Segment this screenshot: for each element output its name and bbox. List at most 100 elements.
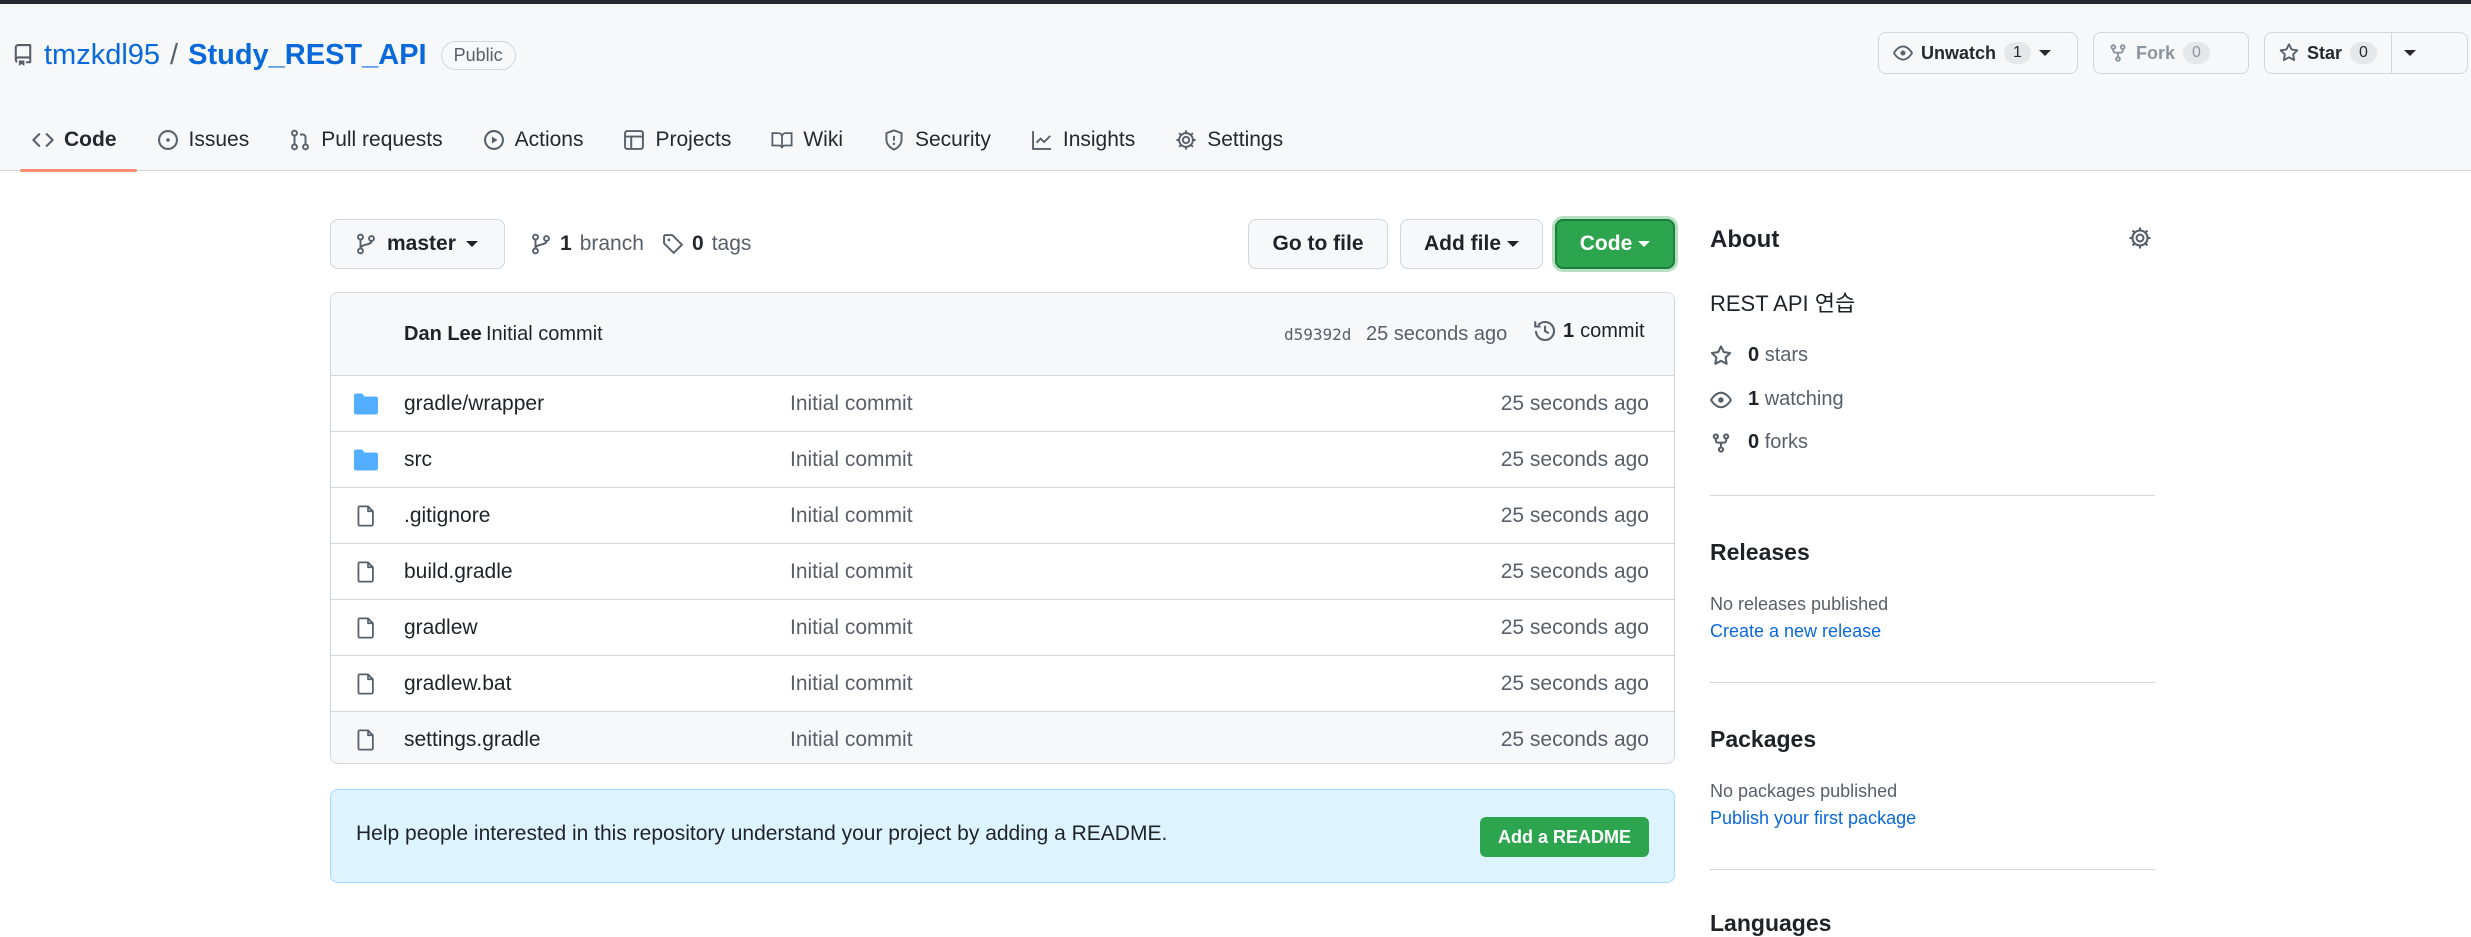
file-name-link[interactable]: build.gradle xyxy=(404,560,513,584)
file-age: 25 seconds ago xyxy=(1500,392,1649,415)
watching-label: watching xyxy=(1764,388,1844,410)
commit-author-link[interactable]: Dan Lee xyxy=(404,323,482,346)
fork-label: Fork xyxy=(2136,42,2176,63)
tab-label: Settings xyxy=(1207,128,1284,151)
commit-history-link[interactable]: 1 commit xyxy=(1533,319,1645,343)
repo-name-link[interactable]: Study_REST_API xyxy=(188,39,427,72)
branch-icon xyxy=(357,233,375,255)
forks-count: 0 xyxy=(1748,431,1760,453)
tab-insights[interactable]: Insights xyxy=(1011,108,1155,172)
add-file-button[interactable]: Add file xyxy=(1400,219,1543,269)
fork-button[interactable]: Fork 0 xyxy=(2093,32,2249,74)
file-name-link[interactable]: gradle/wrapper xyxy=(404,392,544,416)
file-commit-link[interactable]: Initial commit xyxy=(790,392,913,416)
packages-note: No packages published xyxy=(1710,781,1898,801)
file-commit-link[interactable]: Initial commit xyxy=(790,728,913,752)
tags-link[interactable]: 0 tags xyxy=(662,219,751,269)
branch-count-label: branch xyxy=(579,232,644,255)
branch-count: 1 xyxy=(560,232,572,255)
chevron-down-icon xyxy=(1638,241,1651,247)
star-icon xyxy=(1710,344,1732,365)
star-icon xyxy=(2279,43,2299,62)
file-commit-link[interactable]: Initial commit xyxy=(790,616,913,640)
folder-icon xyxy=(354,393,378,415)
file-age: 25 seconds ago xyxy=(1500,504,1649,527)
star-counter: 0 xyxy=(2350,42,2377,64)
star-button[interactable]: Star 0 xyxy=(2264,32,2468,74)
gear-icon[interactable] xyxy=(2128,226,2152,250)
tab-wiki[interactable]: Wiki xyxy=(751,108,863,172)
create-release-link[interactable]: Create a new release xyxy=(1710,621,1881,642)
file-commit-link[interactable]: Initial commit xyxy=(790,672,913,696)
add-readme-button[interactable]: Add a README xyxy=(1479,817,1649,857)
code-button[interactable]: Code xyxy=(1555,219,1675,269)
releases-title[interactable]: Releases xyxy=(1710,539,1810,566)
tab-projects[interactable]: Projects xyxy=(603,108,751,172)
file-name-link[interactable]: src xyxy=(404,448,432,472)
file-name-link[interactable]: gradlew xyxy=(404,616,478,640)
file-name-link[interactable]: settings.gradle xyxy=(404,728,541,752)
watching-count: 1 xyxy=(1748,388,1760,410)
file-icon xyxy=(357,505,374,527)
star-list-dropdown[interactable] xyxy=(2390,33,2428,73)
file-row[interactable]: src Initial commit 25 seconds ago xyxy=(331,431,1674,487)
packages-title[interactable]: Packages xyxy=(1710,726,1816,753)
stars-link[interactable]: 0 stars xyxy=(1710,344,1808,367)
file-row[interactable]: gradle/wrapper Initial commit 25 seconds a… xyxy=(331,376,1674,431)
commit-time: 25 seconds ago xyxy=(1366,323,1508,345)
publish-package-link[interactable]: Publish your first package xyxy=(1710,808,1916,829)
releases-note: No releases published xyxy=(1710,594,1889,614)
play-icon xyxy=(483,130,504,150)
watching-link[interactable]: 1 watching xyxy=(1710,388,1844,411)
tag-icon xyxy=(663,234,684,255)
tab-pull-requests[interactable]: Pull requests xyxy=(269,108,462,172)
file-commit-link[interactable]: Initial commit xyxy=(790,560,913,584)
forks-label: forks xyxy=(1764,431,1809,453)
repo-actions: Unwatch 1 Fork 0 Star 0 xyxy=(1878,32,2468,74)
forks-link[interactable]: 0 forks xyxy=(1710,431,1808,454)
tab-label: Pull requests xyxy=(321,128,443,151)
file-icon xyxy=(357,617,374,639)
readme-banner-text: Help people interested in this repositor… xyxy=(356,822,1168,845)
file-row[interactable]: settings.gradle Initial commit 25 seconds … xyxy=(331,711,1674,763)
add-file-label: Add file xyxy=(1424,232,1501,255)
file-name-link[interactable]: .gitignore xyxy=(404,504,490,528)
readme-banner: Help people interested in this repositor… xyxy=(330,789,1675,883)
file-row[interactable]: gradlew Initial commit 25 seconds ago xyxy=(331,599,1674,655)
unwatch-button[interactable]: Unwatch 1 xyxy=(1878,32,2078,74)
gear-icon xyxy=(1176,130,1196,150)
languages-title: Languages xyxy=(1710,910,1832,936)
repo-path-separator: / xyxy=(170,38,179,71)
shield-icon xyxy=(885,129,903,151)
tab-issues[interactable]: Issues xyxy=(137,108,270,172)
about-title: About xyxy=(1710,226,1780,253)
branch-select-button[interactable]: master xyxy=(330,219,505,269)
repo-header: tmzkdl95 / Study_REST_API Public Unwatch… xyxy=(0,4,2471,172)
file-row[interactable]: build.gradle Initial commit 25 seconds ago xyxy=(331,543,1674,599)
commit-hash-link[interactable]: d59392d xyxy=(1284,325,1351,344)
file-commit-link[interactable]: Initial commit xyxy=(790,504,913,528)
stars-label: stars xyxy=(1764,344,1809,366)
go-to-file-button[interactable]: Go to file xyxy=(1248,219,1388,269)
branch-icon xyxy=(532,233,550,255)
divider xyxy=(1710,682,2155,683)
tab-actions[interactable]: Actions xyxy=(463,108,604,172)
chevron-down-icon xyxy=(2403,50,2416,56)
file-row[interactable]: gradlew.bat Initial commit 25 seconds ago xyxy=(331,655,1674,711)
pull-request-icon xyxy=(291,129,310,151)
commit-message-link[interactable]: Initial commit xyxy=(486,323,603,346)
file-row[interactable]: .gitignore Initial commit 25 seconds ago xyxy=(331,487,1674,543)
chevron-down-icon xyxy=(1507,241,1519,247)
tab-label: Actions xyxy=(514,128,584,151)
tab-settings[interactable]: Settings xyxy=(1155,108,1303,172)
branches-link[interactable]: 1 branch xyxy=(530,219,644,269)
repo-owner-link[interactable]: tmzkdl95 xyxy=(44,39,160,72)
tab-security[interactable]: Security xyxy=(863,108,1011,172)
file-age: 25 seconds ago xyxy=(1500,560,1649,583)
fork-counter: 0 xyxy=(2183,42,2210,64)
file-icon xyxy=(357,729,374,751)
file-name-link[interactable]: gradlew.bat xyxy=(404,672,511,696)
file-commit-link[interactable]: Initial commit xyxy=(790,448,913,472)
tab-code[interactable]: Code xyxy=(12,108,137,172)
tab-label: Wiki xyxy=(803,128,843,151)
